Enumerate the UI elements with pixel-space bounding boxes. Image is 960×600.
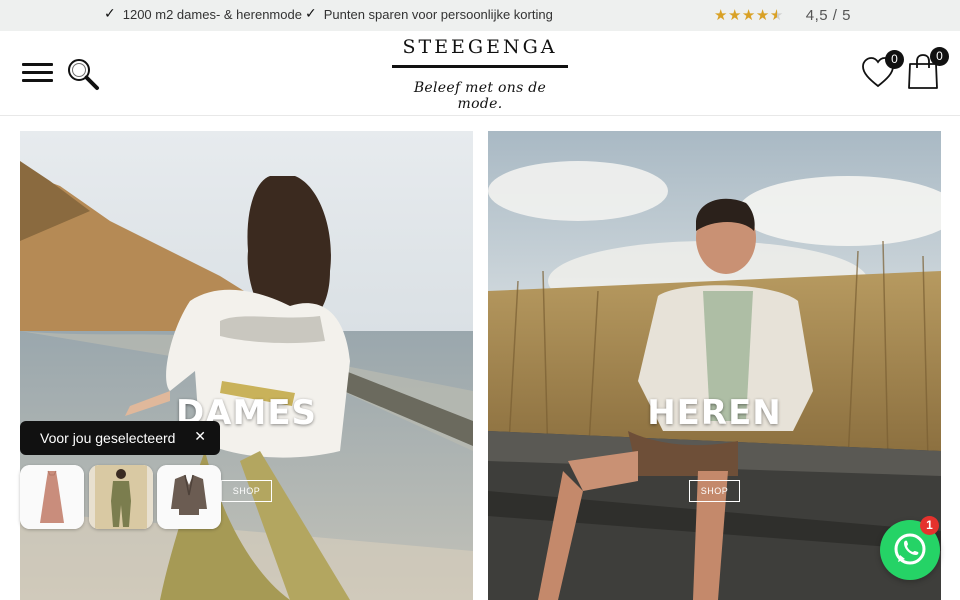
rating-stars: ★ ★ ★ ★ ★ [714,6,784,24]
usp-bar: ✓ 1200 m2 dames- & herenmode ✓ Punten sp… [0,0,960,31]
heren-photo [488,131,941,600]
check-icon: ✓ [305,6,317,22]
usp-item: ✓ Punten sparen voor persoonlijke kortin… [305,6,553,22]
check-icon: ✓ [104,6,116,22]
blazer-image [157,465,221,529]
dames-photo [20,131,473,600]
logo-tagline: Beleef met ons de mode. [413,80,547,112]
shop-dames-button[interactable]: SHOP [221,480,272,502]
selected-for-you-label: Voor jou geselecteerd [40,430,176,446]
logo-name: STEEGENGA [402,36,558,58]
rating-text: 4,5 / 5 [805,6,851,24]
jumpsuit-image [89,465,153,529]
cart-button[interactable]: 0 [906,47,949,91]
whatsapp-notification-badge: 1 [920,516,939,535]
category-tile-heren[interactable]: HEREN SHOP [488,131,941,600]
usp-text: 1200 m2 dames- & herenmode [122,6,302,22]
star-icon: ★ [755,6,770,24]
cart-count-badge: 0 [930,47,949,66]
category-tile-dames[interactable]: DAMES SHOP [20,131,473,600]
wishlist-count-badge: 0 [885,50,904,69]
search-icon[interactable] [66,57,100,91]
product-thumbnail-dress[interactable] [20,465,84,529]
star-icon: ★ [727,6,742,24]
site-header: STEEGENGA Beleef met ons de mode. 0 0 [0,31,960,116]
close-icon[interactable]: ✕ [194,429,206,445]
star-half-icon: ★ [769,6,784,24]
usp-text: Punten sparen voor persoonlijke korting [323,6,553,22]
review-rating[interactable]: ★ ★ ★ ★ ★ 4,5 / 5 [714,6,851,24]
star-icon: ★ [714,6,728,24]
selected-for-you-bar[interactable]: Voor jou geselecteerd ✕ [20,421,220,455]
site-logo[interactable]: STEEGENGA Beleef met ons de mode. [392,36,568,112]
logo-divider [392,65,568,68]
product-thumbnail-blazer[interactable] [157,465,221,529]
product-thumbnail-jumpsuit[interactable] [89,465,153,529]
hamburger-menu-button[interactable] [22,61,54,85]
dress-image [20,465,84,529]
usp-item: ✓ 1200 m2 dames- & herenmode [104,6,302,22]
wishlist-button[interactable]: 0 [861,50,904,90]
star-icon: ★ [741,6,756,24]
shop-heren-button[interactable]: SHOP [689,480,740,502]
tile-title-heren: HEREN [647,393,782,433]
